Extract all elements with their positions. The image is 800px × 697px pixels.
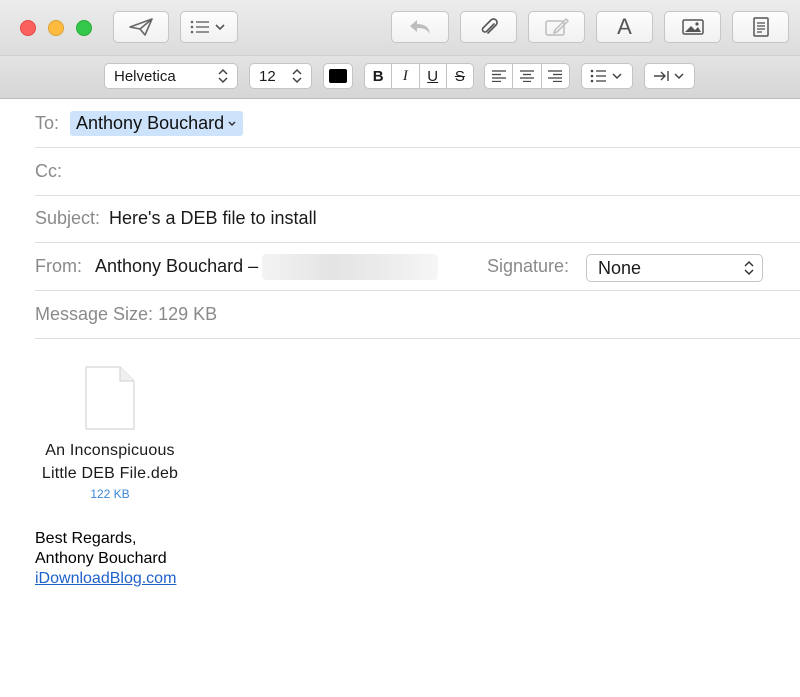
attachment-name: An Inconspicuous Little DEB File.deb xyxy=(34,439,186,485)
strikethrough-button[interactable]: S xyxy=(447,64,473,88)
alignment-group xyxy=(484,63,570,89)
align-right-icon xyxy=(547,70,563,82)
send-button[interactable] xyxy=(113,11,169,43)
subject-field[interactable]: Here's a DEB file to install xyxy=(109,208,317,229)
markup-button[interactable] xyxy=(528,11,585,43)
bullet-list-icon xyxy=(590,69,624,83)
recipient-name: Anthony Bouchard xyxy=(76,113,224,134)
align-left-button[interactable] xyxy=(485,64,513,88)
to-label: To: xyxy=(35,113,59,134)
bold-button[interactable]: B xyxy=(365,64,392,88)
up-down-chevron-icon xyxy=(216,68,230,84)
subject-label: Subject: xyxy=(35,208,100,229)
message-size-row: Message Size: 129 KB xyxy=(35,291,800,339)
attach-button[interactable] xyxy=(460,11,517,43)
window-toolbar: A xyxy=(0,0,800,56)
photo-icon xyxy=(681,17,705,37)
signature-line2: Anthony Bouchard xyxy=(35,549,176,569)
underline-button[interactable]: U xyxy=(420,64,447,88)
paper-plane-icon xyxy=(128,17,154,37)
from-row: From: Anthony Bouchard – Signature: None xyxy=(35,243,800,291)
indent-button[interactable] xyxy=(644,63,695,89)
list-style-button[interactable] xyxy=(581,63,633,89)
signature-line1: Best Regards, xyxy=(35,529,176,549)
attachment-size: 122 KB xyxy=(34,487,186,501)
align-right-button[interactable] xyxy=(542,64,569,88)
signature-link[interactable]: iDownloadBlog.com xyxy=(35,570,176,587)
align-center-button[interactable] xyxy=(513,64,542,88)
close-window-button[interactable] xyxy=(20,20,36,36)
list-chevron-icon xyxy=(189,19,229,35)
markup-pen-icon xyxy=(544,16,570,38)
signature-label: Signature: xyxy=(487,256,569,277)
stationery-icon xyxy=(751,16,771,38)
email-signature: Best Regards, Anthony Bouchard iDownload… xyxy=(35,529,176,589)
signature-value: None xyxy=(587,258,744,279)
fonts-button[interactable]: A xyxy=(596,11,653,43)
message-size-label: Message Size: xyxy=(35,304,153,325)
from-select[interactable]: Anthony Bouchard – xyxy=(95,256,258,277)
attachment[interactable]: An Inconspicuous Little DEB File.deb 122… xyxy=(34,365,186,501)
signature-select[interactable]: None xyxy=(586,254,763,282)
align-center-icon xyxy=(519,70,535,82)
redacted-email xyxy=(262,254,438,280)
attachment-name-line2: Little DEB File.deb xyxy=(34,462,186,485)
up-down-chevron-icon xyxy=(744,260,754,276)
from-label: From: xyxy=(35,256,82,277)
font-family-select[interactable]: Helvetica xyxy=(104,63,238,89)
font-size-select[interactable]: 12 xyxy=(249,63,312,89)
font-family-value: Helvetica xyxy=(105,68,216,85)
text-color-swatch xyxy=(329,69,347,83)
header-fields-button[interactable] xyxy=(180,11,238,43)
paperclip-icon xyxy=(478,16,500,38)
cc-label: Cc: xyxy=(35,161,62,182)
to-row: To: Anthony Bouchard xyxy=(35,100,800,148)
align-left-icon xyxy=(491,70,507,82)
reply-button[interactable] xyxy=(391,11,449,43)
letter-a-icon: A xyxy=(617,14,632,40)
reply-arrow-icon xyxy=(407,17,433,37)
chevron-down-icon xyxy=(227,120,237,128)
text-style-group: B I U S xyxy=(364,63,474,89)
text-color-well[interactable] xyxy=(323,63,353,89)
cc-row[interactable]: Cc: xyxy=(35,148,800,196)
subject-row[interactable]: Subject: Here's a DEB file to install xyxy=(35,195,800,243)
zoom-window-button[interactable] xyxy=(76,20,92,36)
format-bar: Helvetica 12 B I U S xyxy=(0,56,800,99)
recipient-token[interactable]: Anthony Bouchard xyxy=(70,111,243,136)
indent-chevron-icon xyxy=(653,69,687,83)
document-icon xyxy=(84,365,136,431)
stationery-button[interactable] xyxy=(732,11,789,43)
minimize-window-button[interactable] xyxy=(48,20,64,36)
message-size-value: 129 KB xyxy=(158,304,217,325)
up-down-chevron-icon xyxy=(290,68,304,84)
photo-browser-button[interactable] xyxy=(664,11,721,43)
attachment-name-line1: An Inconspicuous xyxy=(34,439,186,462)
font-size-value: 12 xyxy=(250,68,290,85)
italic-button[interactable]: I xyxy=(392,64,419,88)
